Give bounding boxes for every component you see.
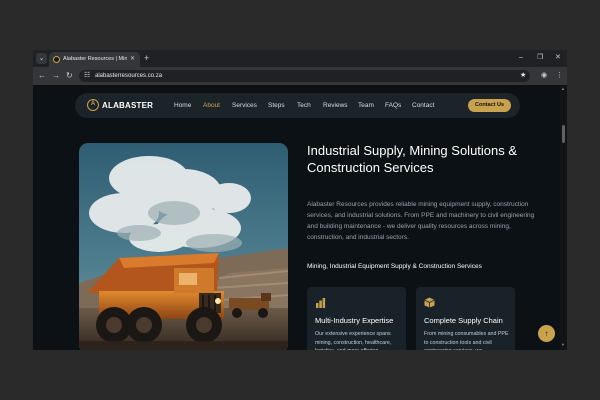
kebab-menu-icon[interactable]: ⋮ [556,71,563,81]
maximize-icon[interactable]: ❐ [537,53,543,63]
reload-icon[interactable]: ↻ [66,71,73,81]
nav-steps[interactable]: Steps [268,101,285,110]
forward-icon[interactable]: → [52,71,60,81]
card-text: Our extensive experience spans mining, c… [315,331,392,350]
card-title: Multi-Industry Expertise [315,316,394,325]
logo-text[interactable]: ALABASTER [102,100,153,111]
scrollbar-thumb[interactable] [562,125,565,143]
card-text: From mining consumables and PPE to const… [424,331,509,350]
nav-about[interactable]: About [203,101,220,110]
browser-tab[interactable]: Alabaster Resources | Mining ... ✕ [49,52,140,67]
nav-faqs[interactable]: FAQs [385,101,401,110]
nav-reviews[interactable]: Reviews [323,101,348,110]
nav-team[interactable]: Team [358,101,374,110]
tab-close-icon[interactable]: ✕ [130,55,135,64]
nav-contact[interactable]: Contact [412,101,434,110]
nav-home[interactable]: Home [174,101,191,110]
new-tab-icon[interactable]: + [144,52,149,65]
tab-title: Alabaster Resources | Mining ... [63,56,127,62]
hero-sectors: Mining, Industrial Equipment Supply & Co… [307,263,482,270]
feature-card[interactable]: Multi-Industry Expertise Our extensive e… [307,287,406,350]
minimize-icon[interactable]: – [519,53,523,63]
back-icon[interactable]: ← [38,71,46,81]
nav-tech[interactable]: Tech [297,101,311,110]
address-bar[interactable]: ☷ alabasterresources.co.za ★ [79,70,530,82]
bar-chart-icon [316,298,326,308]
scroll-up-icon[interactable]: ▲ [561,86,565,91]
hero-image [79,143,288,350]
back-to-top-button[interactable]: ↑ [538,325,555,342]
browser-window: ⌄ Alabaster Resources | Mining ... ✕ + –… [33,50,567,350]
favicon-icon [53,56,60,63]
profile-icon[interactable]: ◉ [541,71,547,81]
hero-description: Alabaster Resources provides reliable mi… [307,201,535,241]
page-viewport: A ALABASTER Home About Services Steps Te… [33,85,560,350]
tab-search-icon[interactable]: ⌄ [36,53,47,64]
bookmark-star-icon[interactable]: ★ [520,71,526,81]
site-info-icon[interactable]: ☷ [84,71,90,81]
nav-services[interactable]: Services [232,101,257,110]
scroll-down-icon[interactable]: ▼ [561,342,565,347]
site-navbar: A ALABASTER Home About Services Steps Te… [75,93,520,118]
feature-card[interactable]: Complete Supply Chain From mining consum… [416,287,515,350]
box-icon [424,297,435,308]
contact-us-button[interactable]: Contact Us [468,99,511,112]
hero-title: Industrial Supply, Mining Solutions & Co… [307,143,518,175]
card-title: Complete Supply Chain [424,316,503,325]
url-text[interactable]: alabasterresources.co.za [95,71,162,81]
browser-toolbar: ← → ↻ ☷ alabasterresources.co.za ★ ◉ ⋮ [33,67,567,85]
logo-icon[interactable]: A [87,99,99,111]
tab-strip: ⌄ Alabaster Resources | Mining ... ✕ + –… [33,50,567,67]
window-close-icon[interactable]: ✕ [555,53,561,63]
